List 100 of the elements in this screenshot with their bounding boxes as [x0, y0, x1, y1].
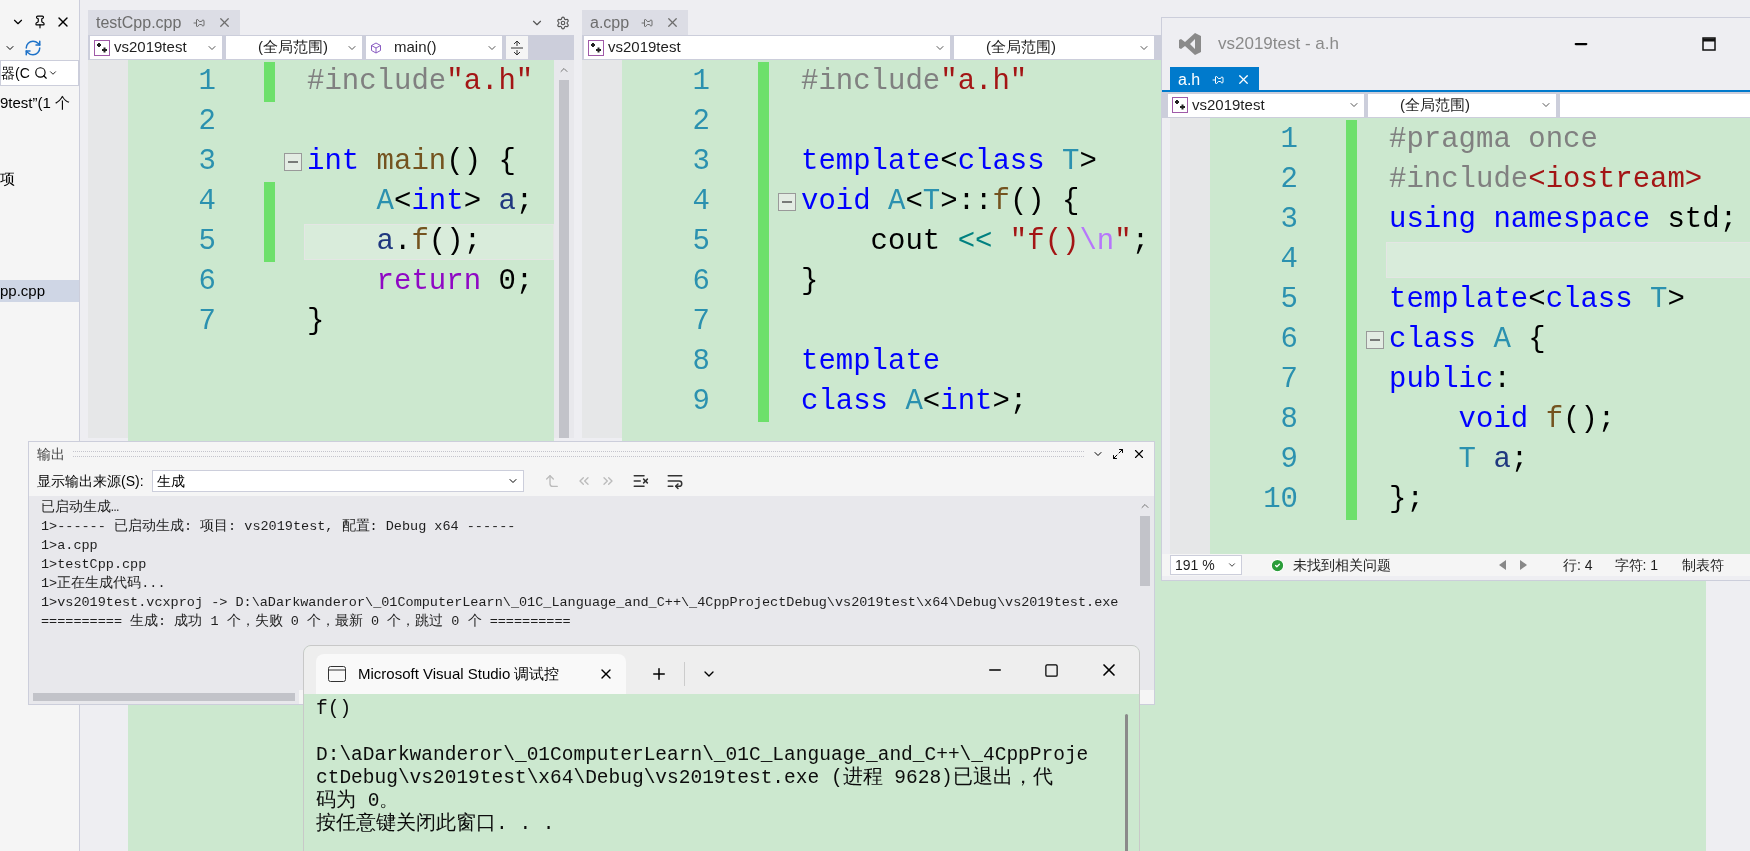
- scope-dropdown[interactable]: (全局范围): [954, 36, 1154, 59]
- terminal-line: 码为 0。: [316, 790, 400, 812]
- refresh-icon[interactable]: [24, 38, 42, 57]
- vertical-scrollbar[interactable]: [554, 60, 574, 438]
- maximize-icon[interactable]: [1702, 37, 1716, 51]
- line-number: 2: [691, 104, 710, 140]
- tree-item[interactable]: 9test”(1 个: [0, 92, 79, 114]
- indent-status: 制表符: [1682, 555, 1725, 575]
- horizontal-scrollbar[interactable]: [29, 690, 299, 704]
- scope-dropdown[interactable]: (全局范围): [1368, 93, 1556, 117]
- settings-icon[interactable]: [556, 15, 570, 30]
- code-line: #include<iostream>: [1389, 162, 1703, 198]
- line-number: 7: [691, 304, 710, 340]
- line-number: 7: [1279, 362, 1298, 398]
- line-number: 6: [1279, 322, 1298, 358]
- scope-dropdown[interactable]: (全局范围): [226, 36, 362, 59]
- code-line: template: [801, 344, 941, 380]
- line-number: 1: [691, 64, 710, 100]
- maximize-icon[interactable]: [1044, 662, 1059, 678]
- line-number: 1: [197, 64, 216, 100]
- line-number: 2: [1279, 162, 1298, 198]
- project-icon: [1172, 97, 1188, 113]
- code-line: #include"a.h": [801, 64, 1028, 100]
- line-number: 4: [691, 184, 710, 220]
- zoom-dropdown[interactable]: 191 %: [1170, 555, 1242, 575]
- line-number: 7: [197, 304, 216, 340]
- caret-icon: [1227, 560, 1237, 570]
- project-icon: [588, 39, 604, 56]
- code-line: return 0;: [375, 264, 534, 300]
- code-line: }: [801, 264, 819, 300]
- code-line: }: [307, 304, 325, 340]
- line-number: 4: [197, 184, 216, 220]
- code-line: template<class T>: [801, 144, 1097, 180]
- panel-title: 输出: [37, 444, 65, 464]
- output-line: 1>正在生成代码...: [41, 574, 166, 593]
- member-dropdown[interactable]: main(): [366, 36, 502, 59]
- project-dropdown[interactable]: vs2019test: [1168, 93, 1364, 117]
- code-line: public:: [1389, 362, 1511, 398]
- line-status: 行: 4: [1563, 555, 1593, 575]
- code-line: int main() {: [307, 144, 516, 180]
- collapse-icon[interactable]: [284, 153, 302, 171]
- line-number: 8: [1279, 402, 1298, 438]
- line-number: 5: [691, 224, 710, 260]
- terminal-line: ctDebug\vs2019test\x64\Debug\vs2019test.exe (进程 9628)已退出，代: [316, 767, 1053, 789]
- issues-status[interactable]: 未找到相关问题: [1293, 554, 1391, 576]
- search-field[interactable]: 器(C: [0, 60, 79, 86]
- split-button[interactable]: [506, 36, 528, 59]
- scrollbar-thumb[interactable]: [1125, 714, 1128, 851]
- output-line: 已启动生成…: [41, 498, 120, 517]
- line-number: 5: [197, 224, 216, 260]
- source-dropdown[interactable]: 生成: [151, 470, 524, 492]
- code-line: class A {: [1389, 322, 1546, 358]
- check-icon: [1270, 557, 1285, 573]
- line-number: 3: [1279, 202, 1298, 238]
- line-number: 3: [691, 144, 710, 180]
- scrollbar-thumb[interactable]: [559, 80, 569, 438]
- close-icon[interactable]: [1132, 447, 1146, 461]
- code-line: };: [1389, 482, 1424, 518]
- project-dropdown[interactable]: vs2019test: [584, 36, 950, 59]
- vertical-scrollbar[interactable]: [1136, 496, 1154, 690]
- app-logo-icon: [1178, 32, 1202, 56]
- collapse-icon[interactable]: [1366, 331, 1384, 349]
- search-icon: [33, 66, 48, 80]
- code-line: void f();: [1457, 402, 1616, 438]
- line-number: 9: [691, 384, 710, 420]
- code-line: class A<int>;: [801, 384, 1028, 420]
- new-tab-icon[interactable]: [650, 665, 668, 683]
- project-icon: [94, 39, 110, 56]
- next-icon[interactable]: [1519, 560, 1527, 570]
- terminal-line: D:\aDarkwanderor\_01ComputerLearn\_01C_Language_and_C++\_4CppProje: [316, 743, 1089, 766]
- source-label: 显示输出来源(S):: [37, 471, 144, 491]
- code-line: void A<T>::f() {: [801, 184, 1080, 220]
- scrollbar-thumb[interactable]: [1140, 516, 1150, 586]
- collapse-icon[interactable]: [778, 193, 796, 211]
- pin-icon[interactable]: [33, 14, 47, 29]
- code-line: a.f();: [375, 224, 482, 260]
- code-line: #include"a.h": [307, 64, 534, 100]
- code-line: T a;: [1457, 442, 1529, 478]
- output-line: 1>a.cpp: [41, 537, 98, 555]
- code-line: using namespace std;: [1389, 202, 1738, 238]
- window-title: vs2019test - a.h: [1218, 33, 1339, 56]
- caret-icon[interactable]: [47, 68, 58, 78]
- column-status: 字符: 1: [1614, 555, 1659, 575]
- word-wrap-icon[interactable]: [665, 472, 684, 490]
- code-line: A<int> a;: [375, 184, 534, 220]
- line-number: 10: [1262, 482, 1298, 518]
- tree-item[interactable]: pp.cpp: [0, 280, 79, 302]
- output-line: ========== 生成: 成功 1 个，失败 0 个，最新 0 个，跳过 0 个 ==========: [41, 612, 571, 631]
- maximize-icon[interactable]: [1112, 448, 1124, 460]
- output-line: 1>vs2019test.vcxproj -> D:\aDarkwanderor\_01ComputerLearn\_01C_Language_and_C++\_4CppProjectDebug\vs2019test\x64\Debug\vs2019test.exe: [41, 594, 1119, 612]
- previous-icon[interactable]: [1499, 560, 1507, 570]
- project-dropdown[interactable]: vs2019test: [90, 36, 222, 59]
- clear-all-icon[interactable]: [631, 472, 650, 490]
- scrollbar-thumb[interactable]: [33, 693, 295, 701]
- terminal-line: f(): [316, 698, 352, 721]
- split-icon: [511, 40, 523, 55]
- terminal-tab[interactable]: Microsoft Visual Studio 调试控: [316, 654, 626, 694]
- code-line: cout << "f()\n";: [869, 224, 1150, 260]
- tree-item[interactable]: 项: [0, 168, 79, 190]
- code-line: #pragma once: [1389, 122, 1598, 158]
